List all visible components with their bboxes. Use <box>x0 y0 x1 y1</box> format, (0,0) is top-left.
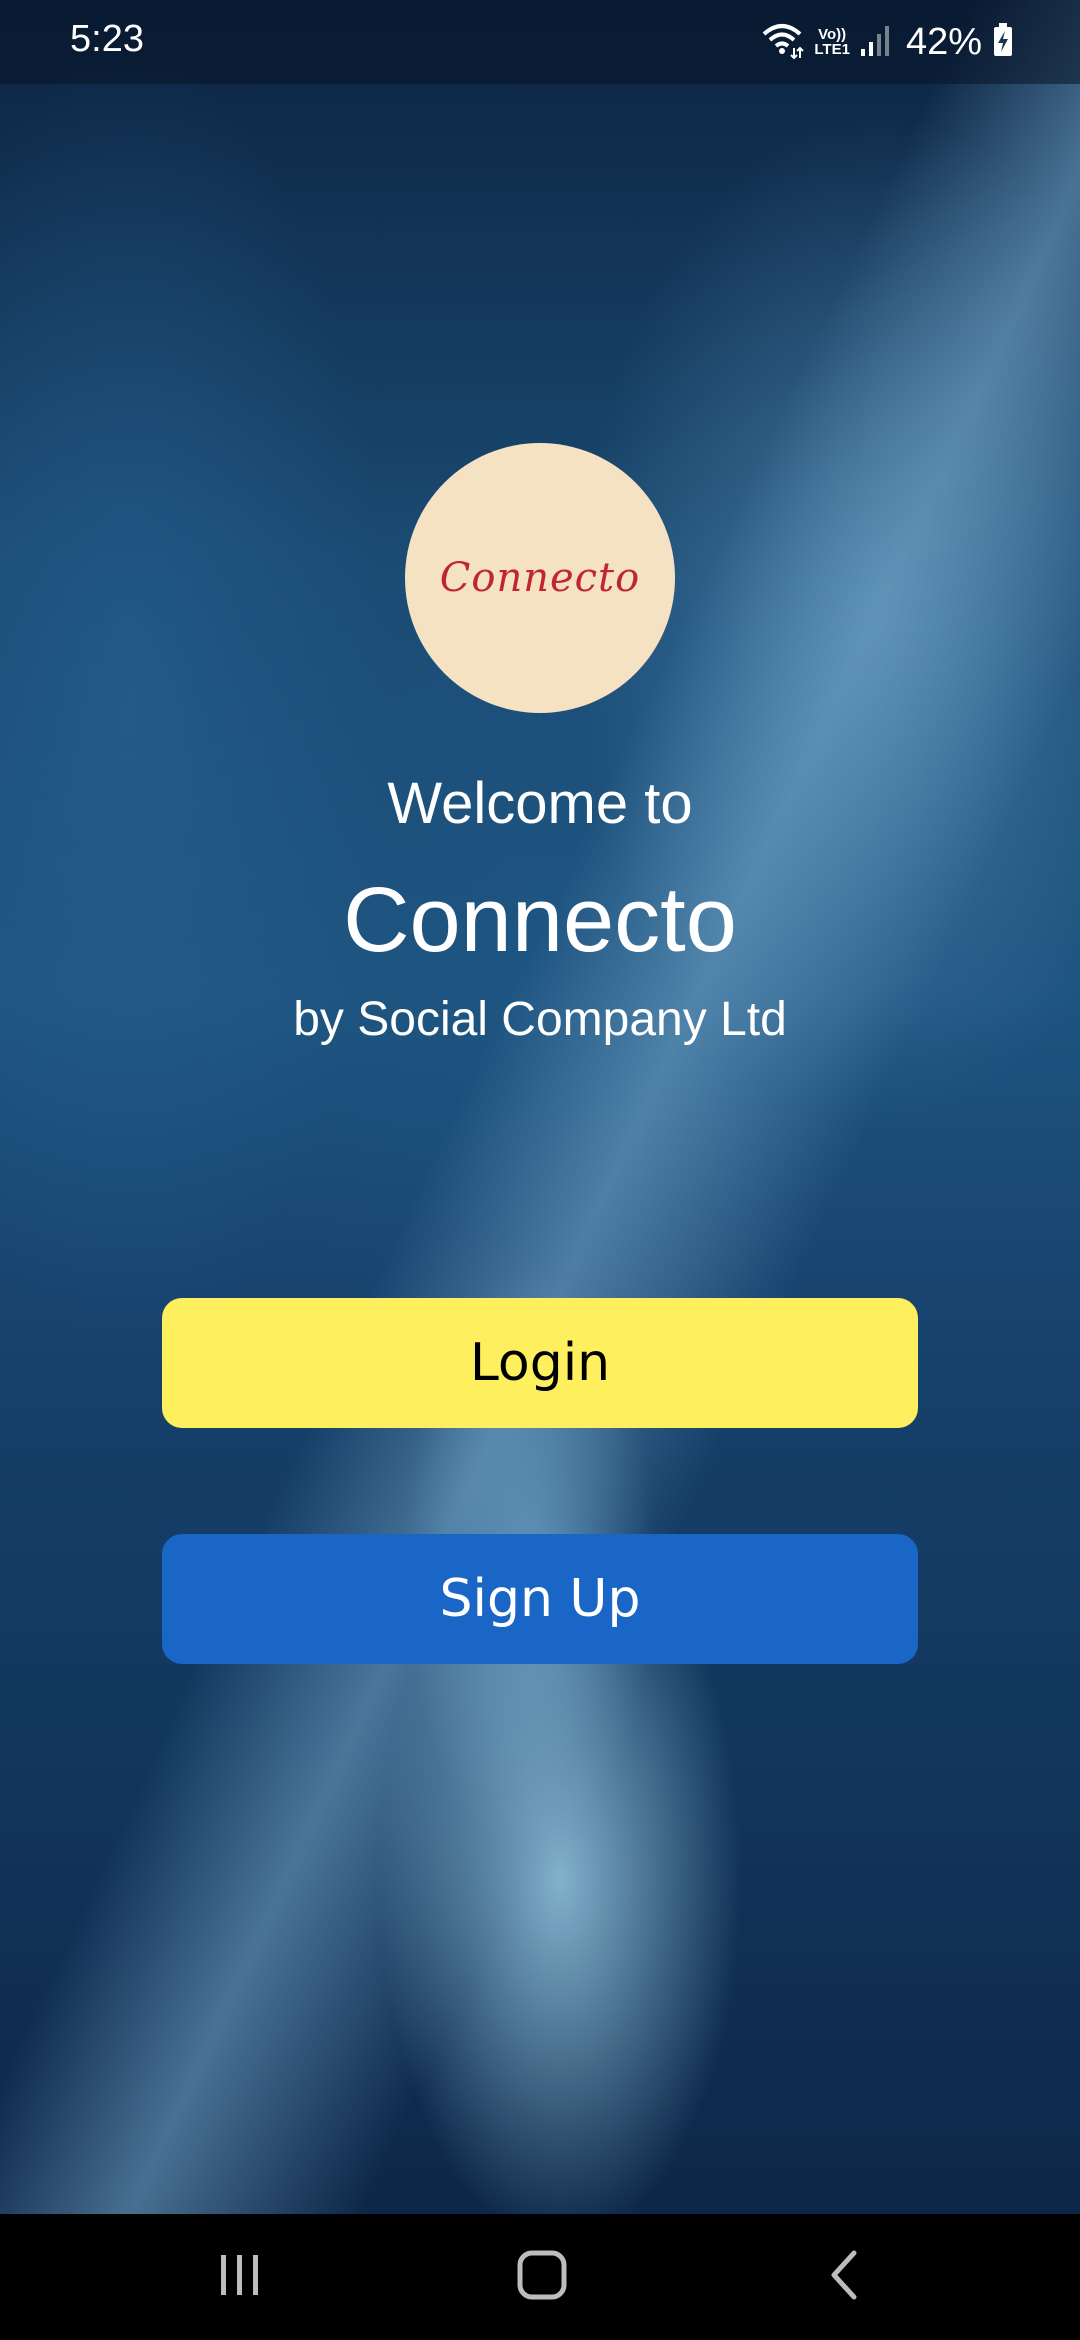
signal-icon <box>860 23 890 62</box>
volte-label: Vo)) <box>818 26 847 43</box>
battery-percent: 42% <box>905 20 982 63</box>
battery-charging-icon <box>992 22 1014 63</box>
home-button[interactable] <box>482 2232 602 2322</box>
app-name-title: Connecto <box>343 869 737 971</box>
back-icon <box>824 2249 864 2306</box>
status-bar: 5:23 Vo)) LTE1 42% <box>0 0 1080 84</box>
volte-lte-icon: Vo)) LTE1 <box>814 27 850 57</box>
login-button[interactable]: Login <box>162 1298 918 1428</box>
status-icons: Vo)) LTE1 42% <box>760 14 1014 70</box>
recent-apps-icon <box>215 2251 265 2304</box>
wifi-icon <box>760 20 805 65</box>
navigation-bar <box>0 2214 1080 2340</box>
app-logo: Connecto <box>405 443 675 713</box>
welcome-screen: 5:23 Vo)) LTE1 42% Connecto Welcome to C… <box>0 0 1080 2340</box>
logo-text: Connecto <box>439 555 641 601</box>
home-icon <box>516 2249 568 2306</box>
back-button[interactable] <box>784 2232 904 2322</box>
status-time: 5:23 <box>70 18 144 60</box>
lte-label: LTE1 <box>814 41 850 58</box>
recent-apps-button[interactable] <box>180 2232 300 2322</box>
background-image <box>0 0 1080 2214</box>
company-byline: by Social Company Ltd <box>293 993 787 1046</box>
signup-button[interactable]: Sign Up <box>162 1534 918 1664</box>
welcome-text: Welcome to <box>387 771 693 836</box>
